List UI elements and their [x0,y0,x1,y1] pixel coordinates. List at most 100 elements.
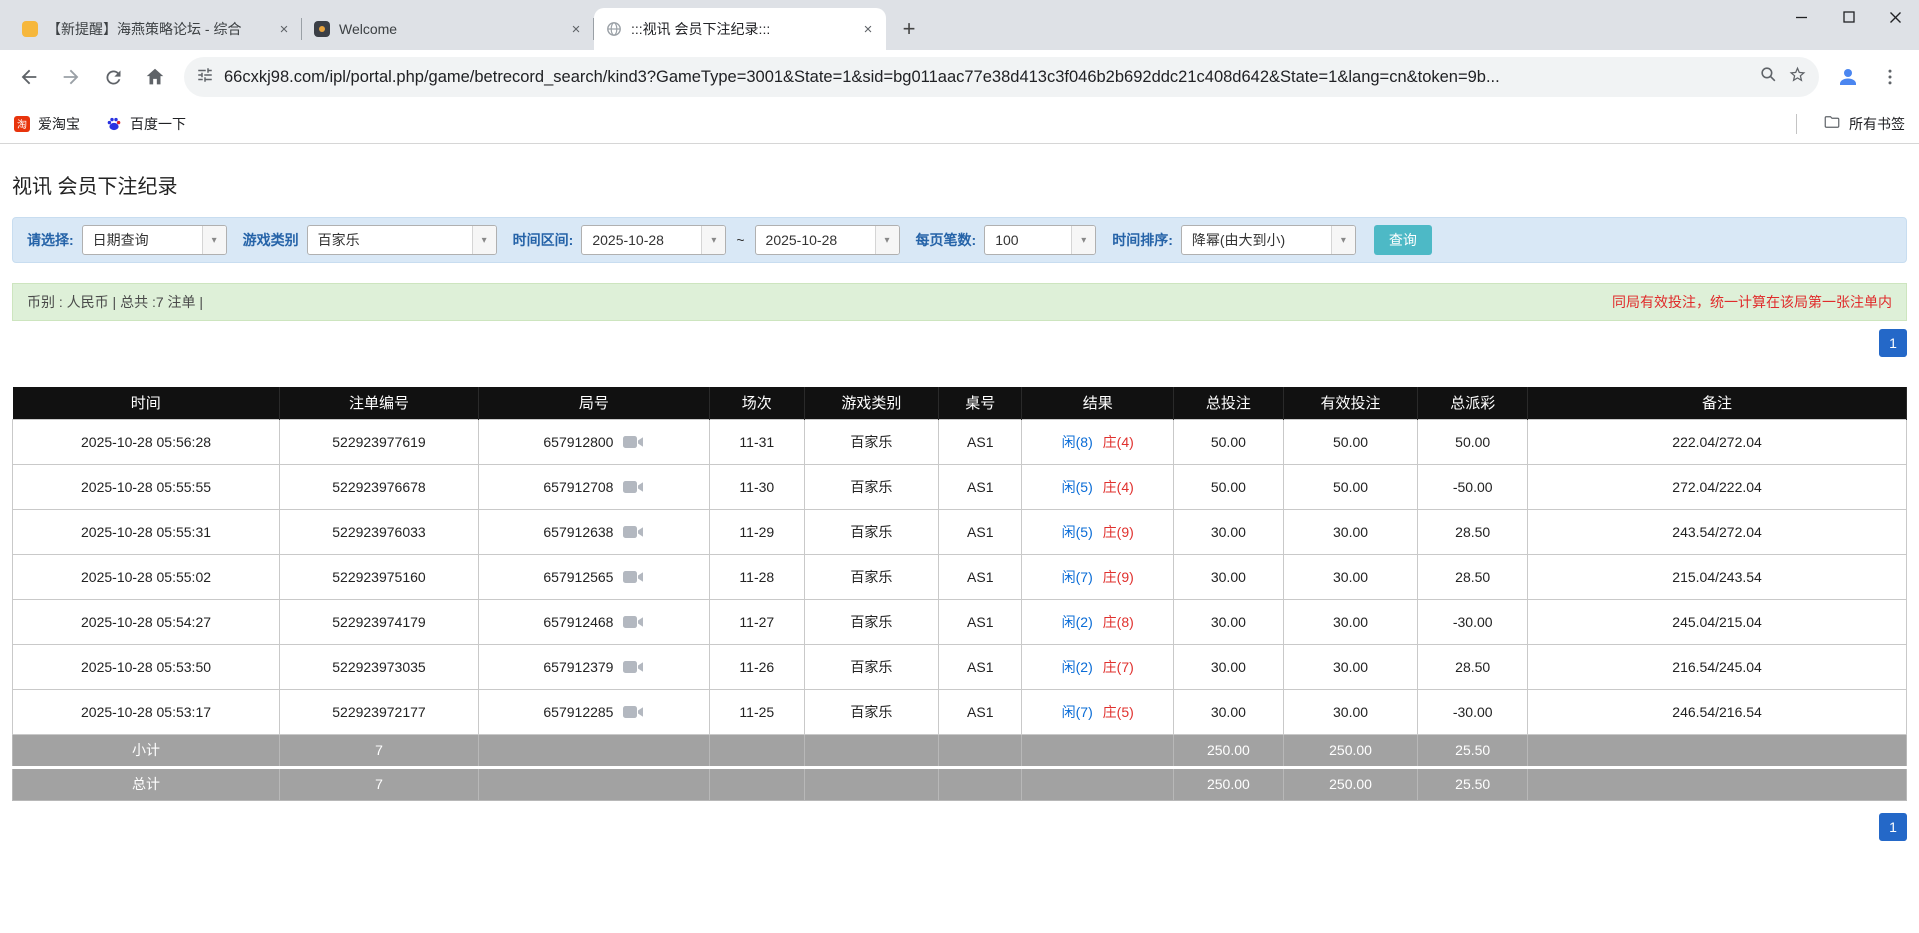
tab-title: 【新提醒】海燕策略论坛 - 综合 [47,19,265,39]
result-player: 闲(5) [1062,479,1093,495]
bookmark-aitaobao[interactable]: 淘 爱淘宝 [14,114,80,134]
cell-valid-bet: 30.00 [1283,689,1417,734]
back-icon[interactable] [10,58,48,96]
bookmark-label: 爱淘宝 [38,114,80,134]
result-banker: 庄(4) [1103,479,1134,495]
total-payout: 25.50 [1418,767,1528,800]
cell-total-bet[interactable]: 50.00 [1173,419,1283,464]
bookmark-star-icon[interactable] [1788,65,1807,89]
tab-close-icon[interactable]: × [858,19,878,39]
result-player: 闲(5) [1062,524,1093,540]
tab-title: :::视讯 会员下注纪录::: [631,19,849,39]
tab-strip: 【新提醒】海燕策略论坛 - 综合 × Welcome × :::视讯 会员下注纪… [0,0,1919,50]
replay-video-icon[interactable] [622,659,644,675]
tab-bet-records[interactable]: :::视讯 会员下注纪录::: × [594,8,886,50]
result-banker: 庄(9) [1103,569,1134,585]
cell-valid-bet: 50.00 [1283,419,1417,464]
close-icon[interactable] [1872,0,1919,34]
profile-avatar[interactable] [1829,58,1867,96]
cell-game-type: 百家乐 [804,644,938,689]
tab-welcome[interactable]: Welcome × [302,8,594,50]
cell-valid-bet: 50.00 [1283,464,1417,509]
date-from-select[interactable]: 2025-10-28 ▾ [581,225,726,255]
replay-video-icon[interactable] [622,569,644,585]
replay-video-icon[interactable] [622,524,644,540]
forward-icon[interactable] [52,58,90,96]
cell-valid-bet: 30.00 [1283,599,1417,644]
chevron-down-icon[interactable]: ▾ [1331,226,1355,254]
result-banker: 庄(9) [1103,524,1134,540]
date-to-select[interactable]: 2025-10-28 ▾ [755,225,900,255]
cell-total-bet[interactable]: 30.00 [1173,689,1283,734]
cell-game-type: 百家乐 [804,509,938,554]
cell-game-type: 百家乐 [804,464,938,509]
search-button[interactable]: 查询 [1374,225,1432,255]
table-row: 2025-10-28 05:53:50 522923973035 6579123… [13,644,1907,689]
cell-bet-id: 522923975160 [280,554,479,599]
query-type-select[interactable]: 日期查询 ▾ [82,225,227,255]
bookmark-baidu[interactable]: 百度一下 [106,114,186,134]
tab-forum[interactable]: 【新提醒】海燕策略论坛 - 综合 × [10,8,302,50]
all-bookmarks-label: 所有书签 [1849,114,1905,134]
cell-total-bet[interactable]: 30.00 [1173,599,1283,644]
table-row: 2025-10-28 05:55:55 522923976678 6579127… [13,464,1907,509]
cell-game-type: 百家乐 [804,419,938,464]
cell-note: 243.54/272.04 [1528,509,1907,554]
replay-video-icon[interactable] [622,434,644,450]
column-header: 总派彩 [1418,387,1528,419]
tab-close-icon[interactable]: × [566,19,586,39]
tab-close-icon[interactable]: × [274,19,294,39]
forum-favicon-icon [22,21,38,37]
cell-total-bet[interactable]: 30.00 [1173,644,1283,689]
cell-result: 闲(5) 庄(4) [1022,464,1174,509]
minimize-icon[interactable] [1778,0,1825,34]
cell-time: 2025-10-28 05:53:17 [13,689,280,734]
game-type-select[interactable]: 百家乐 ▾ [307,225,497,255]
cell-bet-id: 522923974179 [280,599,479,644]
maximize-icon[interactable] [1825,0,1872,34]
total-row: 总计 7 250.00 250.00 25.50 [13,767,1907,800]
page-size-select[interactable]: 100 ▾ [984,225,1096,255]
address-bar[interactable]: 66cxkj98.com/ipl/portal.php/game/betreco… [184,57,1819,97]
chevron-down-icon[interactable]: ▾ [1071,226,1095,254]
cell-time: 2025-10-28 05:55:31 [13,509,280,554]
chevron-down-icon[interactable]: ▾ [202,226,226,254]
cell-table-number: AS1 [939,599,1022,644]
chevron-down-icon[interactable]: ▾ [875,226,899,254]
currency-summary: 币别 : 人民币 | 总共 :7 注单 | [27,292,203,312]
page-1-button[interactable]: 1 [1879,329,1907,357]
page-title: 视讯 会员下注纪录 [12,144,1907,217]
table-row: 2025-10-28 05:54:27 522923974179 6579124… [13,599,1907,644]
cell-total-bet[interactable]: 30.00 [1173,509,1283,554]
round-number: 657912800 [543,434,613,450]
replay-video-icon[interactable] [622,614,644,630]
query-type-value: 日期查询 [83,226,202,254]
result-banker: 庄(7) [1103,659,1134,675]
cell-total-bet[interactable]: 50.00 [1173,464,1283,509]
all-bookmarks-button[interactable]: 所有书签 [1823,113,1905,134]
pagination-bottom: 1 [12,813,1907,841]
cell-bet-id: 522923976678 [280,464,479,509]
menu-dots-icon[interactable] [1871,58,1909,96]
sort-select[interactable]: 降幂(由大到小) ▾ [1181,225,1356,255]
cell-payout: -50.00 [1418,464,1528,509]
chevron-down-icon[interactable]: ▾ [701,226,725,254]
column-header: 游戏类别 [804,387,938,419]
chevron-down-icon[interactable]: ▾ [472,226,496,254]
site-settings-icon[interactable] [196,66,214,89]
result-player: 闲(7) [1062,704,1093,720]
page-1-button[interactable]: 1 [1879,813,1907,841]
subtotal-count: 7 [280,734,479,767]
total-total-bet: 250.00 [1173,767,1283,800]
home-icon[interactable] [136,58,174,96]
url-input[interactable]: 66cxkj98.com/ipl/portal.php/game/betreco… [224,68,1749,87]
cell-total-bet[interactable]: 30.00 [1173,554,1283,599]
cell-session: 11-25 [709,689,804,734]
reload-icon[interactable] [94,58,132,96]
new-tab-button[interactable]: + [894,14,924,44]
replay-video-icon[interactable] [622,704,644,720]
column-header: 备注 [1528,387,1907,419]
zoom-icon[interactable] [1759,65,1778,89]
replay-video-icon[interactable] [622,479,644,495]
cell-time: 2025-10-28 05:56:28 [13,419,280,464]
